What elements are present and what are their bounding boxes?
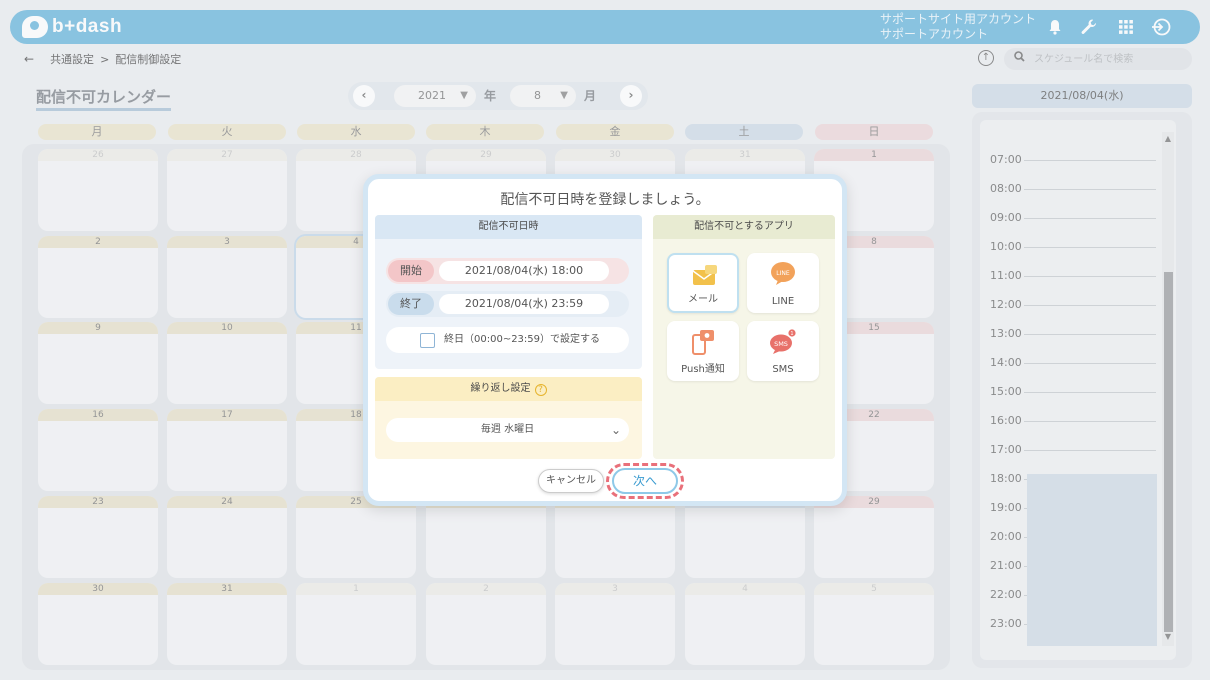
svg-text:LINE: LINE	[776, 270, 790, 277]
line-icon: LINE	[771, 262, 795, 285]
apps-panel: 配信不可とするアプリ メール LINE LINE Push通知 SMS 1 SM…	[653, 215, 835, 459]
allday-option[interactable]: 終日（00:00~23:59）で設定する	[386, 327, 629, 353]
mail-icon	[692, 265, 717, 285]
allday-label: 終日（00:00~23:59）で設定する	[444, 334, 601, 345]
repeat-value: 毎週 水曜日	[480, 424, 535, 435]
allday-checkbox[interactable]	[420, 333, 435, 348]
push-notification-icon	[692, 330, 714, 355]
app-sms-label: SMS	[772, 364, 794, 375]
repeat-select[interactable]: 毎週 水曜日 ⌄	[386, 418, 629, 442]
start-tag: 開始	[388, 260, 434, 282]
app-sms[interactable]: SMS 1 SMS	[747, 321, 819, 381]
register-modal: 配信不可日時を登録しましょう。 配信不可日時 開始 2021/08/04(水) …	[363, 174, 847, 506]
chevron-down-icon: ⌄	[610, 423, 621, 437]
repeat-header-label: 繰り返し設定	[470, 383, 531, 394]
app-push-label: Push通知	[681, 364, 725, 375]
app-line[interactable]: LINE LINE	[747, 253, 819, 313]
help-icon[interactable]: ?	[534, 384, 547, 396]
start-row: 開始 2021/08/04(水) 18:00	[386, 258, 629, 284]
repeat-header: 繰り返し設定?	[375, 377, 642, 401]
app-mail[interactable]: メール	[667, 253, 739, 313]
svg-text:SMS: SMS	[774, 340, 788, 348]
modal-title: 配信不可日時を登録しましょう。	[500, 192, 710, 208]
app-line-label: LINE	[771, 296, 795, 307]
app-mail-label: メール	[688, 294, 718, 305]
apps-header: 配信不可とするアプリ	[653, 215, 835, 239]
start-datetime-field[interactable]: 2021/08/04(水) 18:00	[439, 261, 609, 281]
cancel-button[interactable]: キャンセル	[538, 469, 604, 493]
datetime-header: 配信不可日時	[375, 215, 642, 239]
end-tag: 終了	[388, 293, 434, 315]
datetime-panel: 配信不可日時 開始 2021/08/04(水) 18:00 終了 2021/08…	[375, 215, 642, 369]
svg-text:1: 1	[790, 331, 793, 337]
end-datetime-field[interactable]: 2021/08/04(水) 23:59	[439, 294, 609, 314]
app-push[interactable]: Push通知	[667, 321, 739, 381]
next-button[interactable]: 次へ	[612, 468, 678, 494]
repeat-panel: 繰り返し設定? 毎週 水曜日 ⌄	[375, 377, 642, 459]
sms-icon: SMS 1	[770, 329, 796, 354]
end-row: 終了 2021/08/04(水) 23:59	[386, 291, 629, 317]
